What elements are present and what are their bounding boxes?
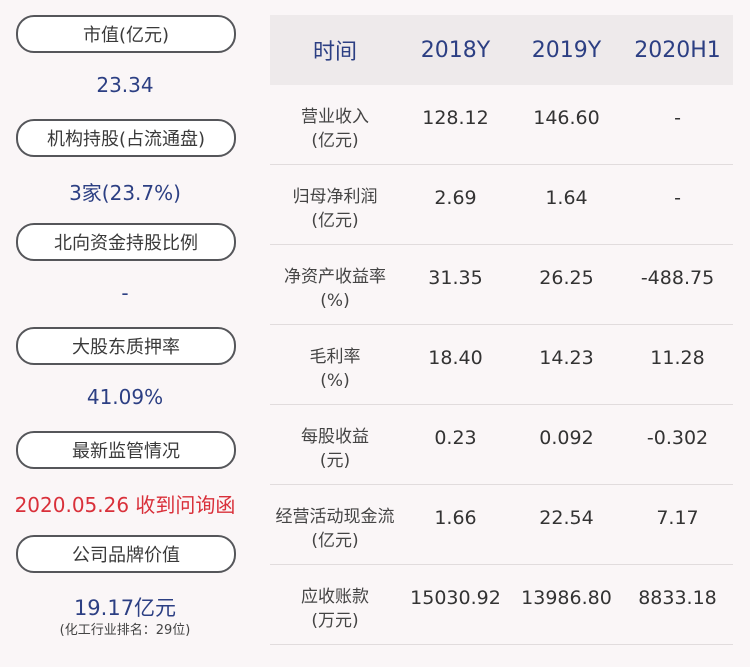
cell-value: 146.60 — [533, 107, 600, 129]
brand-value-label: 公司品牌价值 — [16, 535, 236, 573]
institutional-holding-value: 3家(23.7%) — [69, 181, 181, 205]
financial-table: 时间 2018Y 2019Y 2020H1 营业收入 (亿元) 128.12 14… — [270, 15, 733, 645]
cell-value: 0.23 — [434, 427, 477, 449]
table-row: 应收账款 (万元) 15030.92 13986.80 8833.18 — [270, 565, 733, 645]
cell-value: 128.12 — [422, 107, 489, 129]
cell-value: 14.23 — [539, 347, 594, 369]
table-row: 归母净利润 (亿元) 2.69 1.64 - — [270, 165, 733, 245]
table-row: 毛利率 (%) 18.40 14.23 11.28 — [270, 325, 733, 405]
cell-value: 1.66 — [434, 507, 477, 529]
cell-value: 7.17 — [656, 507, 699, 529]
market-cap-label: 市值(亿元) — [16, 15, 236, 53]
cell-value: - — [674, 187, 681, 209]
table-row: 每股收益 (元) 0.23 0.092 -0.302 — [270, 405, 733, 485]
row-label: 归母净利润 (亿元) — [292, 187, 378, 231]
row-label: 毛利率 (%) — [309, 347, 361, 391]
row-label: 营业收入 (亿元) — [301, 107, 369, 151]
header-2019y: 2019Y — [531, 37, 602, 63]
brand-value-value: 19.17亿元 — [73, 596, 177, 620]
northbound-holding-value: - — [121, 281, 129, 305]
header-time: 时间 — [312, 40, 357, 65]
cell-value: - — [674, 107, 681, 129]
cell-value: 2.69 — [434, 187, 477, 209]
cell-value: 8833.18 — [638, 587, 717, 609]
cell-value: 13986.80 — [521, 587, 612, 609]
table-header: 时间 2018Y 2019Y 2020H1 — [270, 15, 733, 85]
pledge-ratio-value: 41.09% — [86, 385, 164, 409]
cell-value: 22.54 — [539, 507, 594, 529]
northbound-holding-label: 北向资金持股比例 — [16, 223, 236, 261]
institutional-holding-label: 机构持股(占流通盘) — [16, 119, 236, 157]
cell-value: -488.75 — [640, 267, 715, 289]
cell-value: 1.64 — [545, 187, 588, 209]
row-label: 净资产收益率 (%) — [284, 267, 386, 311]
cell-value: 18.40 — [428, 347, 483, 369]
table-row: 营业收入 (亿元) 128.12 146.60 - — [270, 85, 733, 165]
regulatory-status-label: 最新监管情况 — [16, 431, 236, 469]
row-label: 经营活动现金流 (亿元) — [275, 507, 395, 551]
brand-rank-note: (化工行业排名：29位) — [59, 623, 191, 638]
cell-value: 26.25 — [539, 267, 594, 289]
header-2020h1: 2020H1 — [634, 37, 721, 63]
table-row: 净资产收益率 (%) 31.35 26.25 -488.75 — [270, 245, 733, 325]
cell-value: -0.302 — [646, 427, 709, 449]
cell-value: 15030.92 — [410, 587, 501, 609]
stock-summary-panel: 市值(亿元) 23.34 机构持股(占流通盘) 3家(23.7%) 北向资金持股… — [0, 0, 250, 667]
regulatory-status-value: 2020.05.26 收到问询函 — [14, 493, 236, 517]
cell-value: 11.28 — [650, 347, 705, 369]
row-label: 应收账款 (万元) — [301, 587, 369, 631]
cell-value: 31.35 — [428, 267, 483, 289]
header-2018y: 2018Y — [420, 37, 491, 63]
pledge-ratio-label: 大股东质押率 — [16, 327, 236, 365]
table-row: 经营活动现金流 (亿元) 1.66 22.54 7.17 — [270, 485, 733, 565]
market-cap-value: 23.34 — [96, 73, 154, 97]
row-label: 每股收益 (元) — [301, 427, 369, 471]
cell-value: 0.092 — [539, 427, 594, 449]
